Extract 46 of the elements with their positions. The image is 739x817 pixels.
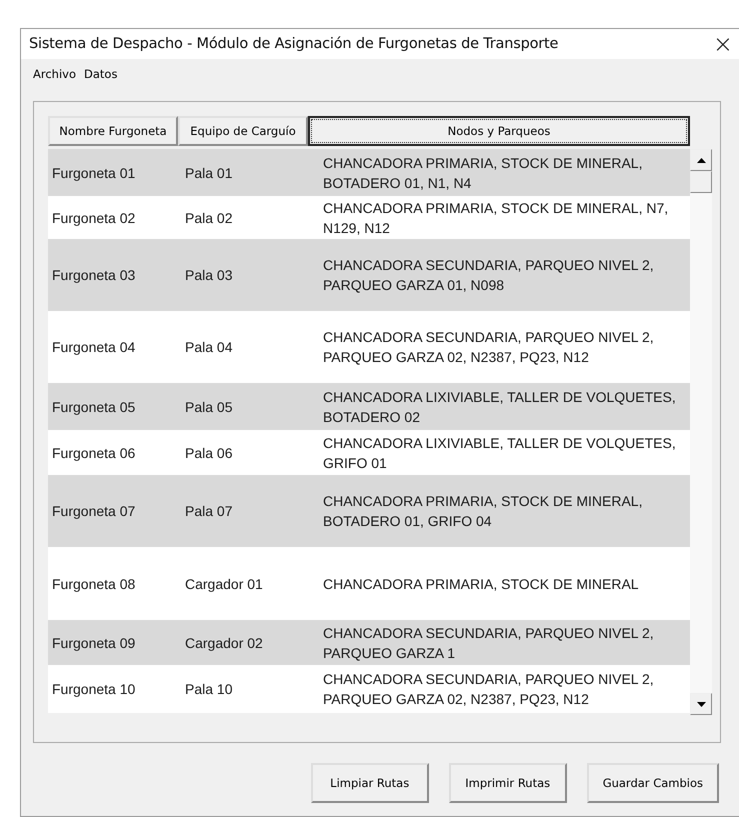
table-cell-text: CHANCADORA PRIMARIA, STOCK DE MINERAL, BOTADERO 01, N1, N4 — [323, 154, 644, 192]
table-cell-text: Pala 05 — [185, 398, 234, 414]
table-cell-text: Pala 10 — [185, 681, 234, 697]
table-cell-text: CHANCADORA SECUNDARIA, PARQUEO NIVEL 2, PARQUEO GARZA 02, N2387, PQ23, N12 — [323, 670, 655, 709]
scroll-down-button[interactable] — [690, 693, 712, 715]
table-cell-text: CHANCADORA SECUNDARIA, PARQUEO NIVEL 2, PARQUEO GARZA 01, N098 — [323, 256, 655, 295]
scrollbar[interactable] — [690, 149, 712, 715]
table-cell-text: CHANCADORA SECUNDARIA, PARQUEO NIVEL 2, PARQUEO GARZA 02, N2387, PQ23, N12 — [323, 328, 655, 367]
action-button[interactable]: Guardar Cambios — [586, 763, 719, 803]
column-header[interactable]: Nombre Furgoneta — [48, 116, 178, 146]
menu-item[interactable]: Datos — [84, 67, 118, 91]
action-button[interactable]: Imprimir Rutas — [448, 763, 567, 803]
table-cell-text: Pala 07 — [185, 503, 234, 519]
close-button[interactable]: × — [706, 32, 739, 56]
table-cell-text: Cargador 02 — [185, 634, 264, 650]
table-cell-text: Pala 01 — [185, 164, 234, 180]
scroll-up-button[interactable] — [690, 149, 712, 171]
table-cell-text: CHANCADORA LIXIVIABLE, TALLER DE VOLQUETES, BOTADERO 02 — [323, 388, 677, 426]
table-cell-text: Furgoneta 01 — [51, 164, 136, 180]
table-cell-text: CHANCADORA PRIMARIA, STOCK DE MINERAL — [323, 574, 640, 594]
menu-item[interactable]: Archivo — [33, 67, 76, 91]
table-cell-text: CHANCADORA LIXIVIABLE, TALLER DE VOLQUETES, GRIFO 01 — [323, 434, 677, 472]
scroll-thumb[interactable] — [690, 171, 712, 193]
action-button[interactable]: Limpiar Rutas — [310, 763, 429, 803]
up-arrow-icon — [696, 158, 706, 162]
table-cell-text: Pala 04 — [185, 339, 234, 355]
table-cell-text: Furgoneta 09 — [51, 634, 136, 650]
table-cell-text: CHANCADORA PRIMARIA, STOCK DE MINERAL, N7, N129, N12 — [323, 198, 670, 238]
table-cell-text: Furgoneta 05 — [51, 398, 136, 414]
down-arrow-icon — [696, 702, 706, 706]
column-header[interactable]: Nodos y Parqueos — [308, 116, 690, 146]
table-cell-text: Pala 06 — [185, 444, 234, 460]
table-cell-text: Pala 02 — [185, 210, 234, 226]
table-cell-text: CHANCADORA PRIMARIA, STOCK DE MINERAL, BOTADERO 01, GRIFO 04 — [323, 492, 644, 531]
table-cell-text: Furgoneta 03 — [51, 267, 136, 283]
table-cell-text: Pala 03 — [185, 267, 234, 283]
table-cell-text: Furgoneta 06 — [51, 444, 136, 460]
table-cell-text: Furgoneta 04 — [51, 339, 136, 355]
table-cell-text: Furgoneta 02 — [51, 210, 136, 226]
table-cell-text: Cargador 01 — [185, 576, 264, 592]
window-title: Sistema de Despacho - Módulo de Asignación de Furgonetas de Transporte — [29, 36, 558, 52]
table-cell-text: Furgoneta 08 — [51, 576, 136, 592]
table-cell-text: CHANCADORA SECUNDARIA, PARQUEO NIVEL 2, PARQUEO GARZA 1 — [323, 624, 655, 662]
column-header[interactable]: Equipo de Carguío — [178, 116, 308, 146]
table-cell-text: Furgoneta 07 — [51, 503, 136, 519]
table-cell-text: Furgoneta 10 — [51, 681, 136, 697]
